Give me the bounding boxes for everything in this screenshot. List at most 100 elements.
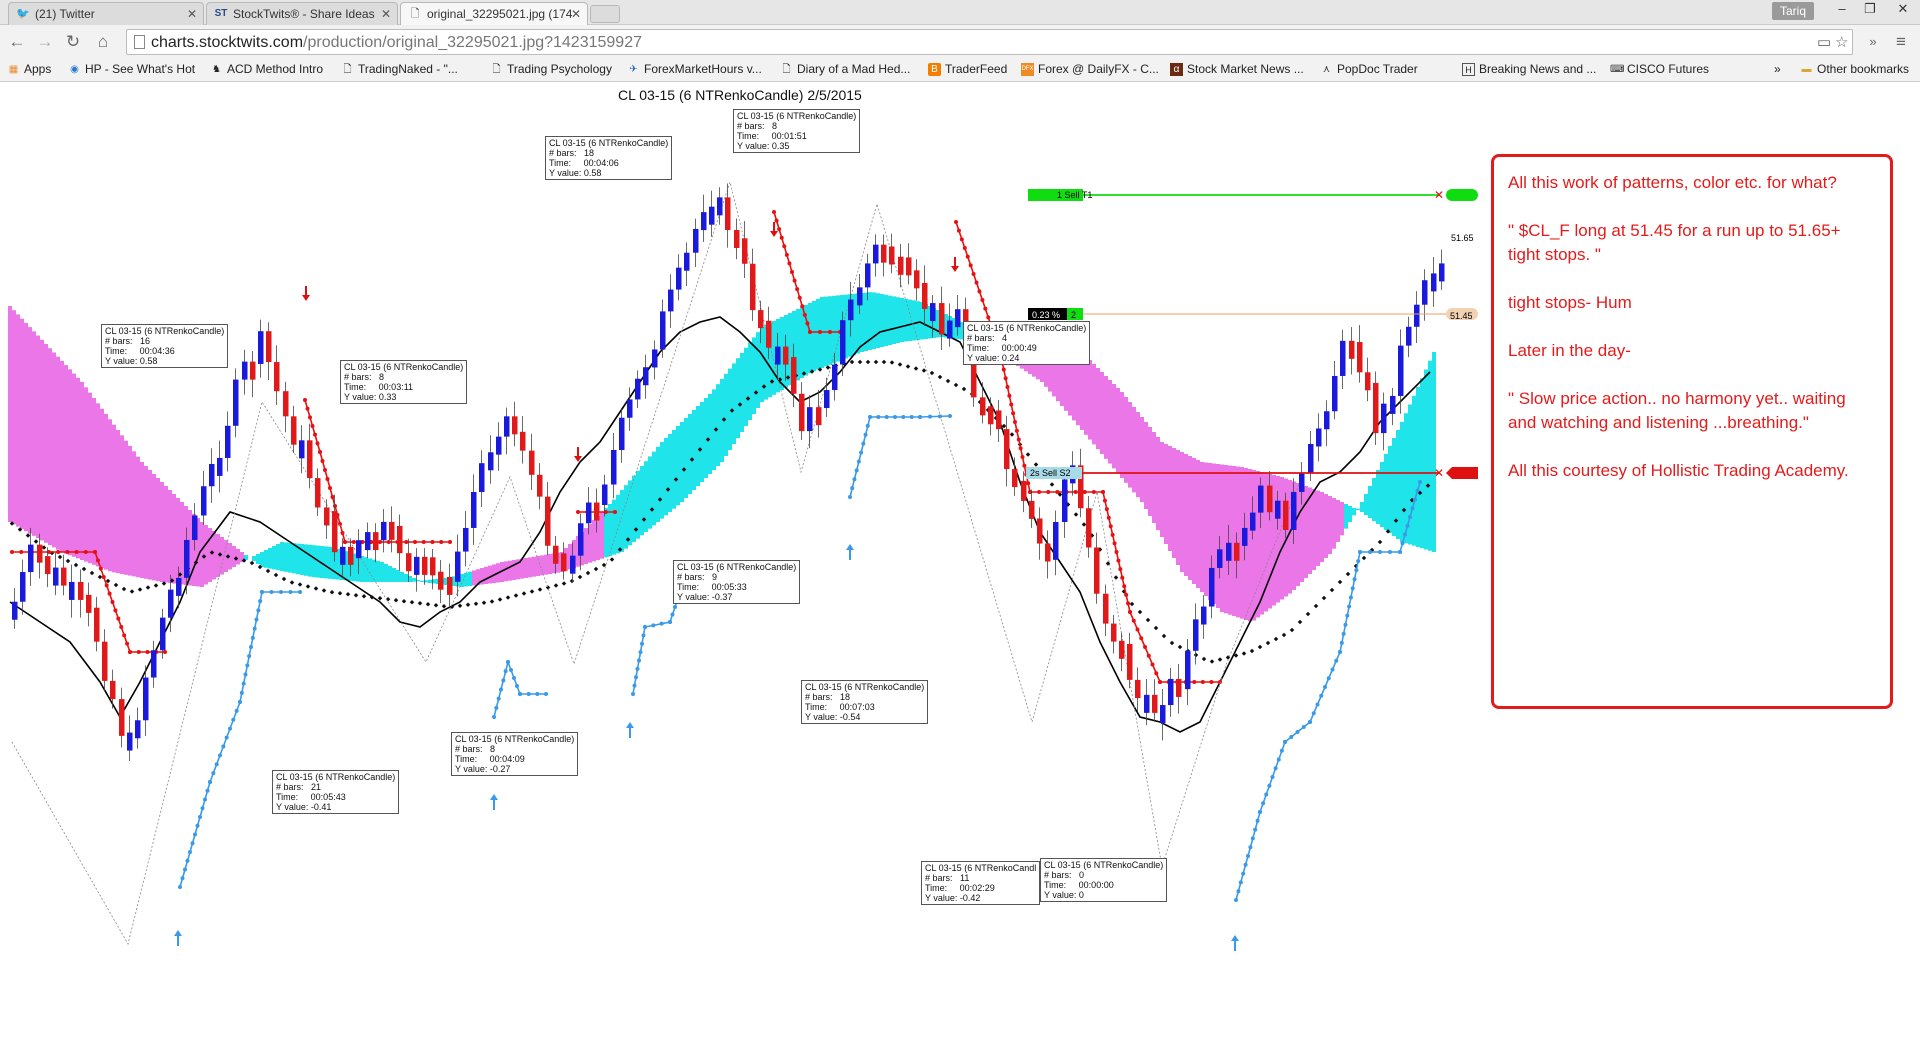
stop-dot-blue — [865, 423, 870, 428]
cloud-strip — [716, 384, 720, 466]
candle-down — [1111, 623, 1117, 642]
close-icon[interactable]: ✕ — [571, 7, 581, 21]
minimize-icon[interactable]: – — [1828, 0, 1856, 20]
stop-dot-blue — [637, 658, 641, 663]
annotation-key: Time: — [677, 582, 712, 592]
home-icon[interactable]: ⌂ — [92, 31, 114, 53]
cloud-strip — [1200, 462, 1204, 592]
stop-dot-blue — [234, 708, 239, 713]
candle-down — [594, 502, 600, 521]
cloud-strip — [404, 574, 408, 582]
stop-dot-red — [98, 566, 103, 571]
cloud-strip — [1144, 422, 1148, 509]
cloud-strip — [916, 301, 920, 340]
forward-arrow-icon[interactable]: → — [34, 31, 56, 53]
profile-user-button[interactable]: Tariq — [1772, 2, 1815, 20]
trend-dot — [857, 359, 863, 365]
candle-up — [947, 320, 953, 339]
tab-image[interactable]: 🗋 original_32295021.jpg (174 ✕ — [400, 2, 588, 25]
bookmark-star-icon[interactable]: ☆ — [1835, 33, 1848, 51]
bookmark-acd[interactable]: ♞ ACD Method Intro — [210, 62, 323, 76]
annotation-row: Y value: 0.58 — [105, 356, 224, 366]
bookmark-traderfeed[interactable]: B TraderFeed — [928, 62, 1007, 76]
url-text[interactable]: charts.stocktwits.com/production/origina… — [151, 34, 642, 52]
annotation-key: Time: — [276, 792, 311, 802]
stop-dot-blue — [1301, 725, 1306, 729]
cloud-strip — [548, 554, 552, 574]
stop-dot-blue — [518, 692, 522, 696]
bookmark-dailyfx[interactable]: DFX Forex @ DailyFX - C... — [1021, 62, 1159, 76]
stop-dot-red — [1112, 541, 1117, 546]
bookmark-apps[interactable]: ▦ Apps — [7, 62, 52, 76]
close-icon[interactable]: ✕ — [381, 7, 391, 21]
cloud-strip — [1416, 387, 1420, 547]
bookmark-stock-market-news[interactable]: α Stock Market News ... — [1170, 62, 1304, 76]
menu-icon[interactable]: ≡ — [1890, 31, 1912, 53]
stop-dot-blue — [238, 700, 242, 704]
annotation-row: Y value: 0.33 — [344, 392, 463, 402]
annotation-row: # bars: 8 — [455, 744, 574, 754]
tab-twitter[interactable]: 🐦 (21) Twitter ✕ — [8, 2, 204, 25]
chart-title: CL 03-15 (6 NTRenkoCandle) 2/5/2015 — [618, 87, 862, 103]
stop-dot-red — [163, 650, 167, 654]
cloud-strip — [1164, 444, 1168, 544]
stop-dot-blue — [850, 486, 855, 491]
candle-up — [1414, 304, 1420, 327]
stop-dot-blue — [515, 684, 519, 688]
stop-line-blue — [632, 591, 681, 695]
stop-dot-red — [962, 246, 967, 250]
cloud-strip — [36, 335, 40, 539]
candle-down — [1365, 372, 1371, 391]
annotation-value: 18 — [584, 148, 595, 158]
bookmark-tradingnaked[interactable]: 🗋 TradingNaked - "... — [341, 62, 457, 76]
candle-down — [512, 416, 518, 435]
bookmark-diary[interactable]: 🗋 Diary of a Mad Hed... — [780, 62, 910, 76]
tab-stocktwits[interactable]: ST StockTwits® - Share Ideas ✕ — [206, 2, 398, 25]
bookmark-cisco[interactable]: ⌨ CISCO Futures — [1610, 62, 1709, 76]
bookmark-hp[interactable]: ◉ HP - See What's Hot — [68, 62, 195, 76]
candle-up — [160, 617, 166, 651]
stop-dot-red — [378, 540, 382, 544]
stop-dot-blue — [868, 415, 872, 419]
close-icon[interactable]: ✕ — [187, 7, 197, 21]
candle-up — [643, 367, 649, 386]
stop-dot-blue — [634, 675, 638, 680]
window-close-icon[interactable]: ✕ — [1886, 0, 1920, 20]
cloud-strip — [888, 295, 892, 345]
candle-up — [233, 379, 239, 426]
reader-icon[interactable]: ▭ — [1817, 33, 1831, 51]
address-bar[interactable]: charts.stocktwits.com/production/origina… — [126, 29, 1853, 55]
stop-dot-blue — [643, 625, 647, 629]
stop-dot-red — [315, 441, 320, 446]
trend-dot — [265, 568, 271, 574]
other-bookmarks[interactable]: ▬ Other bookmarks — [1800, 62, 1910, 76]
stop-dot-red — [1114, 550, 1119, 554]
cloud-strip — [1356, 508, 1360, 510]
stop-dot-red — [122, 633, 127, 638]
trend-dot — [297, 582, 303, 587]
reload-icon[interactable]: ↻ — [62, 31, 84, 53]
stop-dot-red — [1001, 367, 1006, 372]
note-spacer — [1508, 363, 1876, 387]
annotation-key: # bars: — [805, 692, 841, 702]
bookmark-trading-psychology[interactable]: 🗋 Trading Psychology — [490, 62, 611, 76]
back-arrow-icon[interactable]: ← — [6, 31, 28, 53]
bookmark-popdoc[interactable]: ⋏ PopDoc Trader — [1320, 62, 1418, 76]
annotation-row: # bars: 16 — [105, 336, 224, 346]
stop-dot-blue — [1413, 497, 1417, 502]
extensions-overflow-icon[interactable]: » — [1862, 31, 1884, 53]
cloud-strip — [80, 382, 84, 560]
candle-down — [1357, 342, 1363, 373]
stop-dot-red — [439, 540, 444, 544]
stop-dot-blue — [632, 683, 637, 688]
cloud-strip — [1124, 397, 1128, 483]
stop-dot-blue — [631, 692, 635, 696]
bookmark-breaking-news[interactable]: H Breaking News and ... — [1462, 62, 1596, 76]
measure-annotation: CL 03-15 (6 NTRenkoCandle) # bars: 8 Time:… — [451, 732, 579, 776]
bookmark-forexmarkethours[interactable]: ✈ ForexMarketHours v... — [627, 62, 762, 76]
new-tab-button[interactable] — [590, 5, 620, 23]
restore-icon[interactable]: ❐ — [1856, 0, 1884, 20]
bookmarks-overflow[interactable]: » — [1774, 62, 1781, 76]
annotation-key: Y value: — [737, 141, 772, 151]
candle-up — [455, 551, 461, 582]
